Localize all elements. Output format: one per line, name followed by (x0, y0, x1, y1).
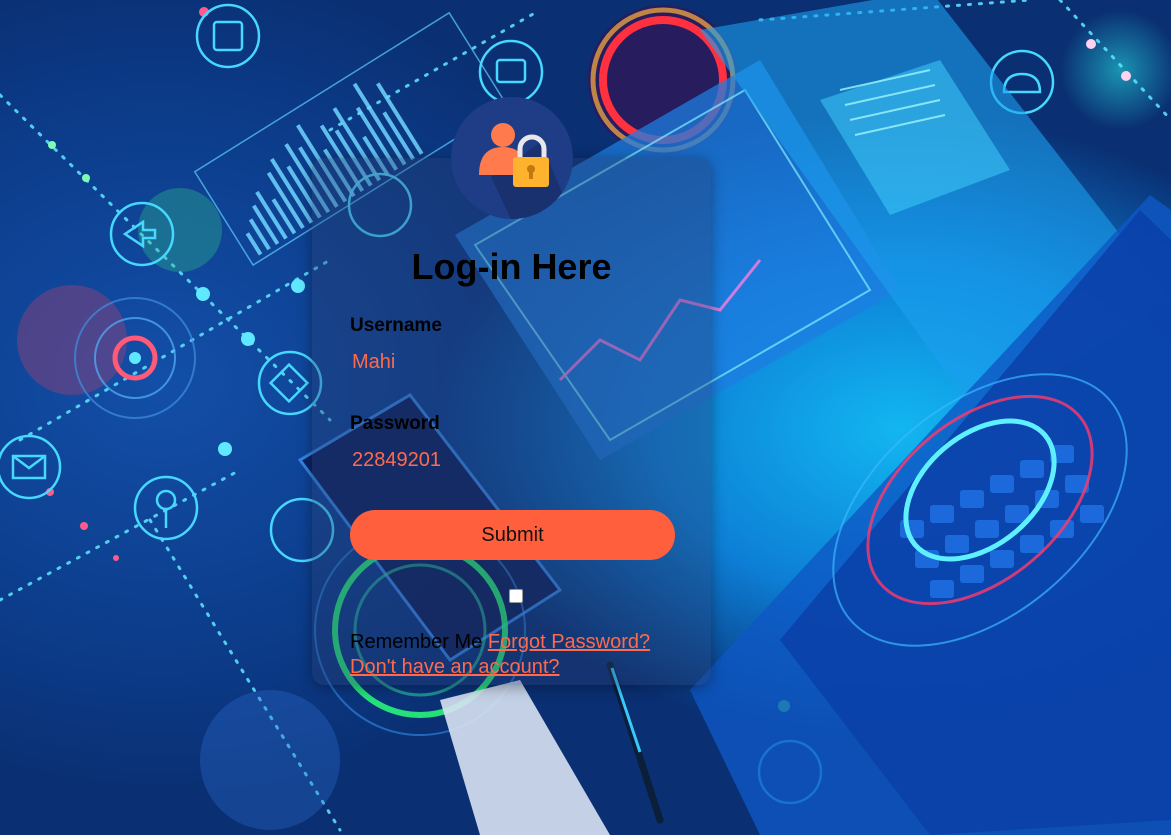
username-label: Username (350, 315, 442, 336)
remember-me-checkbox[interactable] (509, 589, 523, 603)
remember-me-label: Remember Me (350, 631, 483, 653)
forgot-password-link[interactable]: Forgot Password? (488, 631, 650, 653)
password-input[interactable] (350, 443, 677, 477)
login-avatar (451, 97, 573, 219)
form-footer: Remember Me Forgot Password? Don't have … (350, 630, 690, 680)
submit-button[interactable]: Submit (350, 510, 675, 560)
signup-link[interactable]: Don't have an account? (350, 656, 560, 678)
bokeh-red (17, 285, 127, 395)
user-lock-icon (479, 123, 573, 219)
page-title: Log-in Here (411, 246, 612, 287)
paper-roll (440, 680, 610, 835)
username-input[interactable] (350, 345, 677, 379)
bokeh-blue (200, 690, 340, 830)
password-label: Password (350, 413, 440, 434)
